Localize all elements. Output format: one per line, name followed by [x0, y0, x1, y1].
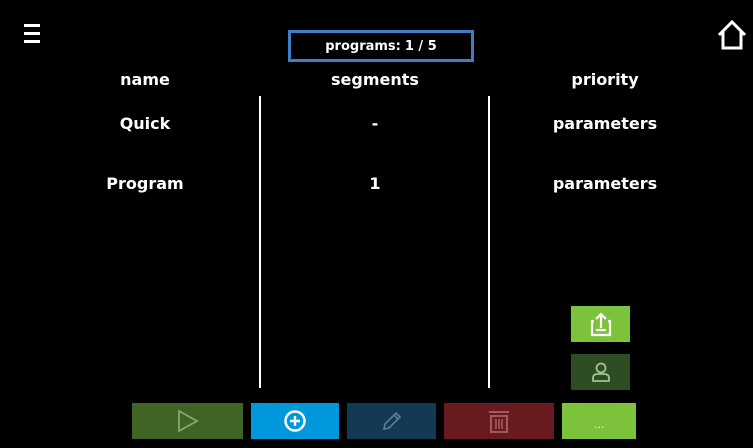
programs-counter-label: programs: [325, 38, 401, 54]
edit-program-button[interactable] [347, 403, 436, 439]
export-button[interactable] [571, 306, 630, 342]
program-name: Quick [119, 114, 171, 133]
program-name: Program [106, 174, 184, 193]
delete-program-button[interactable] [444, 403, 554, 439]
column-header-segments: segments [331, 70, 419, 89]
program-row[interactable]: Quick - parameters [0, 110, 753, 140]
programs-counter-value: 1 / 5 [404, 38, 437, 54]
home-icon[interactable] [716, 19, 748, 51]
program-segments: 1 [369, 174, 381, 193]
play-icon [177, 409, 199, 433]
user-icon [591, 362, 610, 382]
add-program-button[interactable] [251, 403, 339, 439]
trash-icon [489, 411, 509, 433]
more-options-label: ... [593, 417, 605, 431]
program-priority: parameters [552, 114, 658, 133]
export-icon [590, 312, 611, 337]
start-program-button[interactable] [132, 403, 243, 439]
more-options-button[interactable]: ... [562, 403, 636, 439]
pencil-icon [382, 411, 401, 431]
program-row[interactable]: Program 1 parameters [0, 170, 753, 200]
program-segments: - [371, 114, 379, 133]
program-priority: parameters [552, 174, 658, 193]
user-button[interactable] [571, 354, 630, 390]
column-header-priority: priority [571, 70, 639, 89]
plus-circle-icon [284, 410, 306, 432]
hamburger-menu-icon[interactable] [24, 24, 40, 44]
program-list-screen: programs: 1 / 5 name segments priority Q… [0, 0, 753, 448]
column-header-name: name [120, 70, 170, 89]
programs-counter: programs: 1 / 5 [288, 30, 474, 62]
